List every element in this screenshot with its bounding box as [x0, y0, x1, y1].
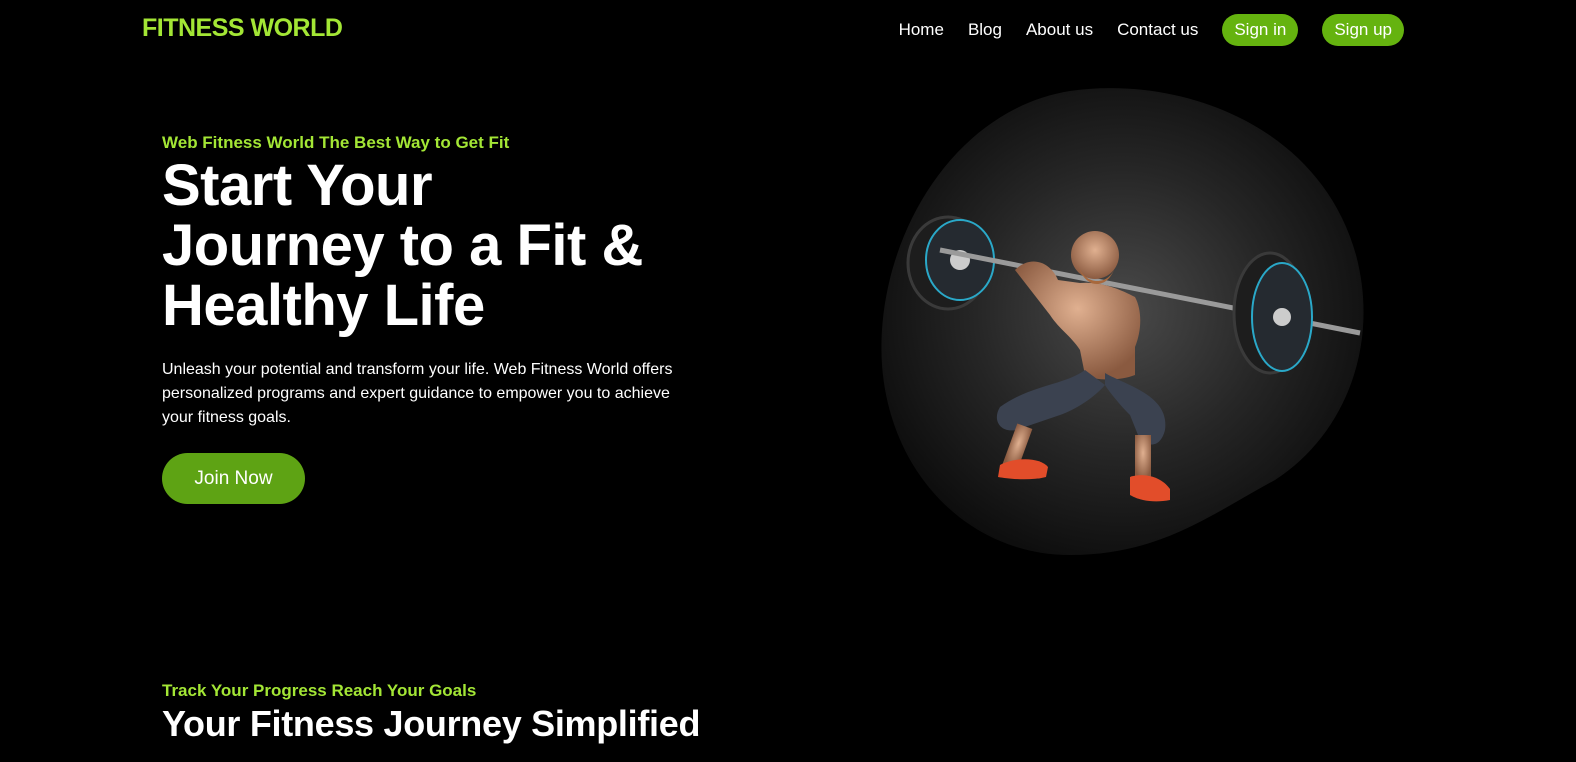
sign-in-button[interactable]: Sign in	[1222, 14, 1299, 46]
hero-title-line-3: Healthy Life	[162, 273, 485, 338]
hero-title: Start Your Journey to a Fit & Healthy Li…	[162, 156, 722, 336]
section-title: Your Fitness Journey Simplified	[162, 703, 701, 744]
sign-up-button[interactable]: Sign up	[1322, 14, 1404, 46]
hero-title-line-2: Journey to a Fit &	[162, 213, 643, 278]
nav-about-link[interactable]: About us	[1026, 20, 1093, 40]
logo[interactable]: FITNESS WORLD	[142, 14, 343, 43]
hero-image	[881, 88, 1364, 555]
hero-eyebrow: Web Fitness World The Best Way to Get Fi…	[162, 133, 510, 152]
join-now-button[interactable]: Join Now	[162, 453, 305, 504]
nav-blog-link[interactable]: Blog	[968, 20, 1002, 40]
section-eyebrow: Track Your Progress Reach Your Goals	[162, 681, 477, 700]
main-nav: Home Blog About us Contact us Sign in Si…	[899, 14, 1404, 46]
landing-page: FITNESS WORLD Home Blog About us Contact…	[0, 0, 1576, 762]
nav-contact-link[interactable]: Contact us	[1117, 20, 1198, 40]
nav-home-link[interactable]: Home	[899, 20, 944, 40]
hero-title-line-1: Start Your	[162, 153, 433, 218]
hero-description: Unleash your potential and transform you…	[162, 361, 673, 426]
